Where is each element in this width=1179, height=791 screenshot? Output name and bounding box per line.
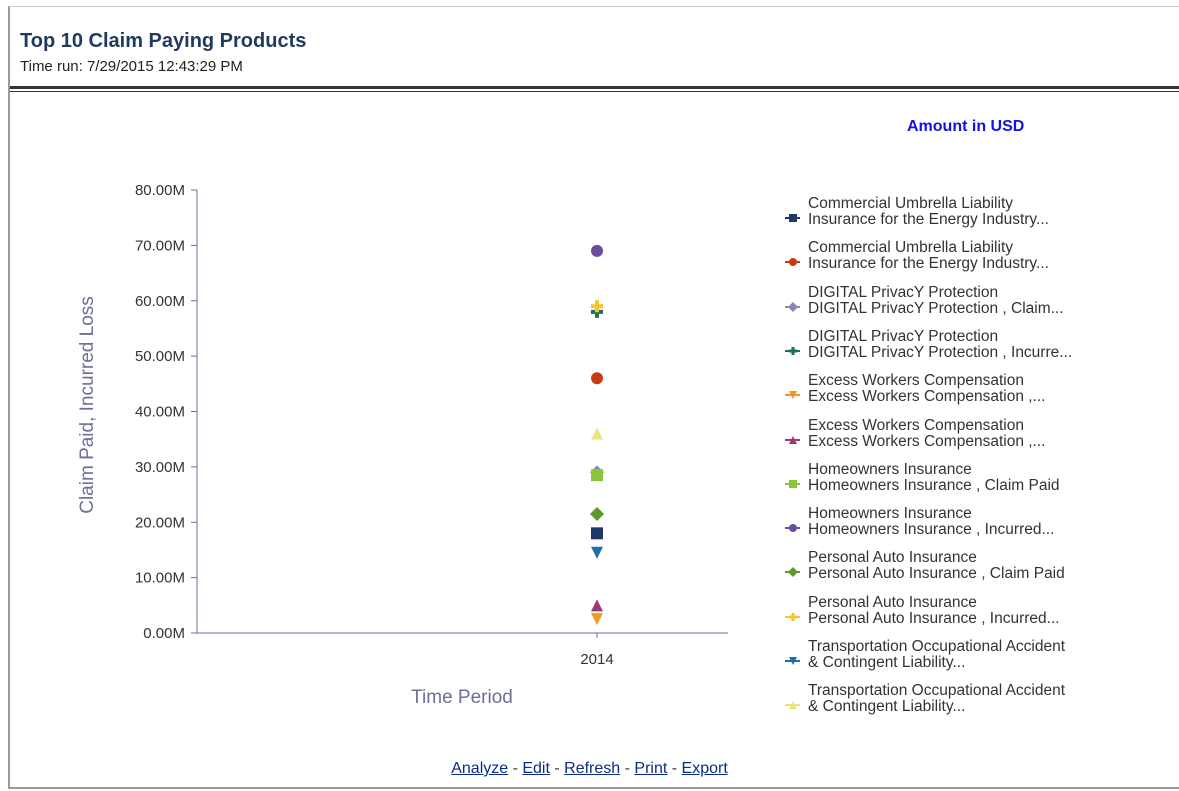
y-tick-label: 20.00M [135,514,185,531]
y-tick-label: 40.00M [135,404,185,421]
x-tick-label: 2014 [580,651,613,668]
data-point [591,427,603,440]
legend-item: Excess Workers Compensation Excess Worke… [784,416,1174,462]
legend-label: Excess Workers Compensation Excess Worke… [808,416,1046,450]
legend-marker [785,301,800,312]
legend-item: Homeowners Insurance Homeowners Insuranc… [784,460,1174,506]
refresh-link[interactable]: Refresh [564,760,620,777]
legend-label: DIGITAL PrivacY Protection DIGITAL Priva… [808,283,1064,317]
legend-label: Transportation Occupational Accident & C… [808,682,1066,716]
legend-marker [785,479,800,488]
y-tick-label: 60.00M [135,293,185,310]
legend-symbol [788,301,798,312]
data-point [591,244,603,257]
data-point [591,527,603,540]
legend-marker [785,701,800,710]
data-point [591,613,603,626]
legend-item: Personal Auto Insurance Personal Auto In… [784,550,1174,594]
legend-marker [785,567,800,578]
legend-marker [785,258,800,267]
legend-label: Commercial Umbrella Liability Insurance … [808,239,1049,273]
legend-symbol [789,258,797,267]
legend-marker [785,391,800,400]
x-axis-title: Time Period [411,687,513,708]
legend-marker [785,612,800,621]
legend-symbol [789,612,797,621]
analyze-link[interactable]: Analyze [451,760,508,777]
separator: - [549,760,565,777]
separator: - [667,760,682,777]
edit-link[interactable]: Edit [522,760,550,777]
y-axis-title: Claim Paid, Incurred Loss [77,296,98,514]
legend-marker [785,435,800,444]
legend-item: DIGITAL PrivacY Protection DIGITAL Priva… [784,283,1174,329]
print-link[interactable]: Print [634,760,667,777]
legend-label: Excess Workers Compensation Excess Worke… [808,372,1046,406]
report-actions: Analyze - Edit - Refresh - Print - Expor… [0,760,1179,778]
y-tick-label: 50.00M [135,348,185,365]
legend-label: Transportation Occupational Accident & C… [808,638,1066,671]
y-tick-label: 70.00M [135,237,185,254]
legend-label: Homeowners Insurance Homeowners Insuranc… [808,505,1055,539]
legend-item: Homeowners Insurance Homeowners Insuranc… [784,506,1174,550]
y-tick-label: 30.00M [135,459,185,476]
legend-symbol [789,214,797,222]
data-point [590,506,604,521]
legend-item: Transportation Occupational Accident & C… [784,683,1174,727]
legend-marker [785,346,800,355]
legend-item: Commercial Umbrella Liability Insurance … [784,196,1174,240]
legend-symbol [789,524,797,533]
legend-item: Commercial Umbrella Liability Insurance … [784,240,1174,284]
export-link[interactable]: Export [682,760,728,777]
y-tick-label: 80.00M [135,182,185,199]
data-point [591,372,603,385]
legend-label: Personal Auto Insurance Personal Auto In… [808,593,1060,627]
legend-label: Personal Auto Insurance Personal Auto In… [808,549,1065,583]
legend-symbol [789,479,797,488]
legend-label: Commercial Umbrella Liability Insurance … [808,195,1049,228]
y-tick-label: 10.00M [135,570,185,587]
legend-symbol [789,346,797,355]
legend-marker [785,524,800,533]
legend-item: Personal Auto Insurance Personal Auto In… [784,593,1174,639]
legend-item: Transportation Occupational Accident & C… [784,639,1174,683]
legend-marker [785,657,800,665]
separator: - [508,760,523,777]
legend-item: Excess Workers Compensation Excess Worke… [784,373,1174,417]
y-tick-label: 0.00M [143,625,185,642]
data-point [591,546,603,559]
legend-label: DIGITAL PrivacY Protection DIGITAL Priva… [808,327,1073,361]
separator: - [620,760,635,777]
legend-marker [785,214,800,222]
data-point [591,599,603,612]
legend-item: DIGITAL PrivacY Protection DIGITAL Priva… [784,327,1174,373]
data-point [591,469,603,482]
legend-label: Homeowners Insurance Homeowners Insuranc… [808,460,1060,494]
legend-symbol [788,567,798,578]
